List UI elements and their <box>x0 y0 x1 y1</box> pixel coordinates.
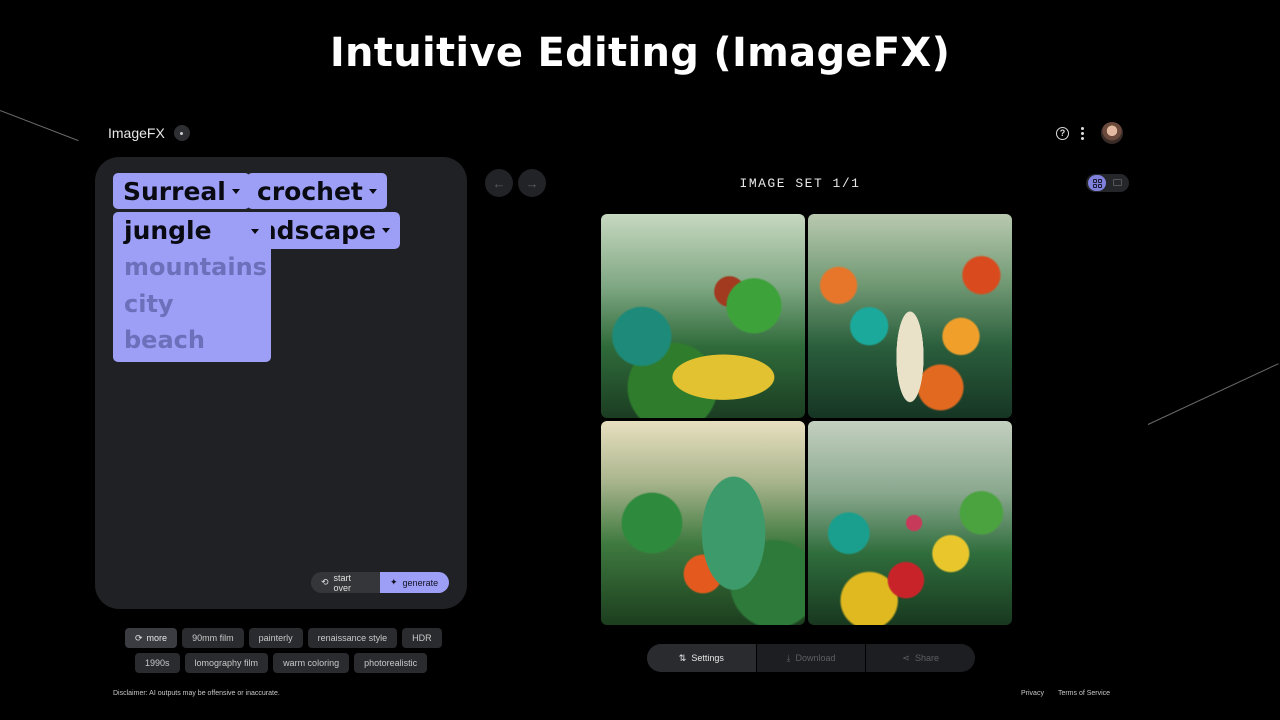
chip-label: ndscape <box>258 216 376 245</box>
chip-options-dropdown: jungle mountains city beach <box>113 212 271 362</box>
generate-button[interactable]: ✦ generate <box>380 572 449 593</box>
suggestion-chip[interactable]: photorealistic <box>354 653 428 673</box>
download-label: Download <box>795 653 836 663</box>
settings-label: Settings <box>691 653 724 663</box>
top-actions: ? <box>1056 122 1123 144</box>
suggestion-chip[interactable]: HDR <box>402 628 442 648</box>
share-button[interactable]: ⋖ Share <box>865 644 975 672</box>
sparkle-icon: ✦ <box>390 577 398 587</box>
more-suggestions-button[interactable]: ⟳ more <box>125 628 178 648</box>
footer-links: Privacy Terms of Service <box>1021 690 1110 697</box>
chevron-down-icon <box>368 188 377 194</box>
disclaimer-text: Disclaimer: AI outputs may be offensive … <box>113 690 280 697</box>
more-label: more <box>146 633 168 643</box>
avatar[interactable] <box>1101 122 1123 144</box>
chevron-down-icon <box>231 188 240 194</box>
previous-button[interactable]: ← <box>485 169 513 197</box>
generated-image-1[interactable] <box>601 214 805 418</box>
suggestion-chip[interactable]: lomography film <box>184 653 269 673</box>
download-icon: ⤓ <box>786 652 791 663</box>
app-menu-icon[interactable] <box>173 125 190 141</box>
refresh-icon: ⟲ <box>321 577 329 587</box>
next-button[interactable]: → <box>518 169 546 197</box>
sort-icon: ⇅ <box>678 652 687 663</box>
share-icon: ⋖ <box>902 652 910 663</box>
app-header-brand: ImageFX <box>108 125 190 141</box>
settings-button[interactable]: ⇅ Settings <box>647 644 756 672</box>
generated-image-2[interactable] <box>808 214 1012 418</box>
generate-label: generate <box>402 577 439 588</box>
chip-label: Surreal <box>123 176 226 206</box>
slide-title: Intuitive Editing (ImageFX) <box>329 30 951 76</box>
dropdown-option-city[interactable]: city <box>124 290 174 318</box>
start-over-button[interactable]: ⟲ start over <box>311 572 381 593</box>
suggestion-chip[interactable]: 90mm film <box>182 628 244 648</box>
more-options-icon[interactable] <box>1079 126 1085 140</box>
generated-image-3[interactable] <box>601 421 805 625</box>
chevron-down-icon[interactable] <box>251 229 259 234</box>
start-over-label: start over <box>333 572 352 593</box>
result-action-bar: ⇅ Settings ⤓ Download ⋖ Share <box>647 644 975 672</box>
download-button[interactable]: ⤓ Download <box>755 644 866 672</box>
arrow-left-icon: ← <box>492 175 506 191</box>
grid-view-icon[interactable] <box>1088 175 1106 191</box>
suggestion-chip[interactable]: warm coloring <box>273 653 350 673</box>
dropdown-selected-option[interactable]: jungle <box>124 216 212 245</box>
prompt-chip-landscape[interactable]: ndscape <box>248 212 400 249</box>
app-name: ImageFX <box>108 125 165 141</box>
suggestion-chip[interactable]: painterly <box>248 628 303 648</box>
decorative-line-left <box>0 110 79 142</box>
generated-image-4[interactable] <box>808 421 1012 625</box>
help-icon[interactable]: ? <box>1056 126 1069 140</box>
dropdown-option-beach[interactable]: beach <box>124 326 205 354</box>
privacy-link[interactable]: Privacy <box>1021 690 1044 697</box>
chip-label: crochet <box>257 176 363 206</box>
suggestion-row-2: 1990s lomography film warm coloring phot… <box>135 653 428 673</box>
decorative-line-right <box>1147 363 1279 425</box>
view-toggle[interactable] <box>1086 174 1129 192</box>
suggestion-chip[interactable]: renaissance style <box>307 628 398 648</box>
suggestion-chip[interactable]: 1990s <box>135 653 180 673</box>
prompt-chip-surreal[interactable]: Surreal <box>113 173 250 209</box>
suggestion-row-1: ⟳ more 90mm film painterly renaissance s… <box>125 628 442 648</box>
share-label: Share <box>914 653 939 663</box>
terms-link[interactable]: Terms of Service <box>1058 690 1110 697</box>
arrow-right-icon: → <box>525 175 539 191</box>
chevron-down-icon <box>382 228 390 233</box>
image-set-label: IMAGE SET 1/1 <box>739 176 861 191</box>
refresh-icon: ⟳ <box>135 632 143 643</box>
dropdown-option-mountains[interactable]: mountains <box>124 253 267 281</box>
single-view-icon[interactable] <box>1113 179 1122 186</box>
prompt-chip-crochet[interactable]: crochet <box>247 173 387 209</box>
